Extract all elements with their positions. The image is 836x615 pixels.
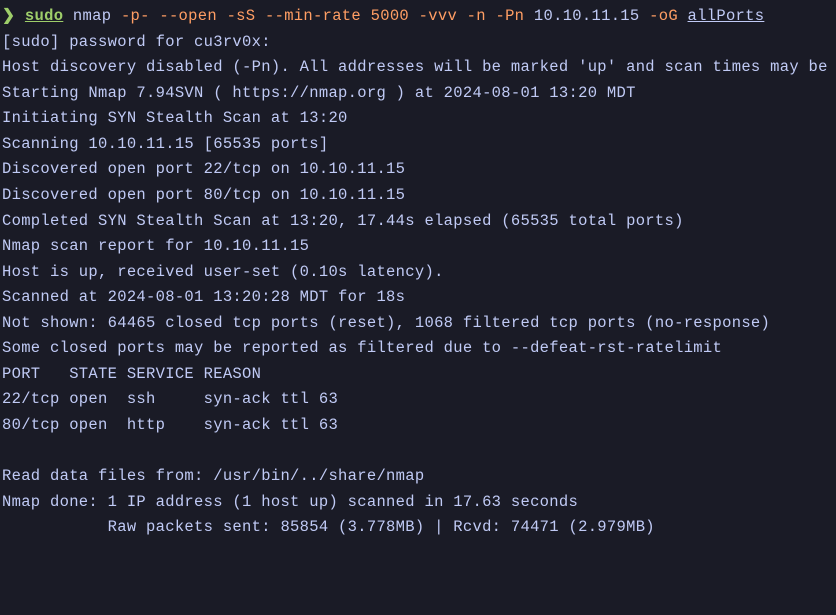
output-port-header: PORT STATE SERVICE REASON [2, 362, 834, 388]
nmap-command: nmap [73, 7, 111, 25]
output-not-shown: Not shown: 64465 closed tcp ports (reset… [2, 311, 834, 337]
output-raw-packets: Raw packets sent: 85854 (3.778MB) | Rcvd… [2, 515, 834, 541]
output-discovered-80: Discovered open port 80/tcp on 10.10.11.… [2, 183, 834, 209]
flag-minrate: --min-rate [265, 7, 361, 25]
flag-open: --open [159, 7, 217, 25]
output-discovered-22: Discovered open port 22/tcp on 10.10.11.… [2, 157, 834, 183]
output-closed-ports: Some closed ports may be reported as fil… [2, 336, 834, 362]
output-scan-report: Nmap scan report for 10.10.11.15 [2, 234, 834, 260]
prompt-line[interactable]: ❯ sudo nmap -p- --open -sS --min-rate 50… [2, 4, 834, 30]
blank-line [2, 439, 834, 465]
flag-ss: -sS [227, 7, 256, 25]
sudo-command: sudo [25, 7, 63, 25]
flag-n: -n [467, 7, 486, 25]
output-nmap-done: Nmap done: 1 IP address (1 host up) scan… [2, 490, 834, 516]
output-host-discovery: Host discovery disabled (-Pn). All addre… [2, 55, 834, 81]
output-completed-scan: Completed SYN Stealth Scan at 13:20, 17.… [2, 209, 834, 235]
output-file: allPorts [688, 7, 765, 25]
flag-vvv: -vvv [419, 7, 457, 25]
flag-p: -p- [121, 7, 150, 25]
output-scanned-at: Scanned at 2024-08-01 13:20:28 MDT for 1… [2, 285, 834, 311]
output-initiating-scan: Initiating SYN Stealth Scan at 13:20 [2, 106, 834, 132]
output-scanning: Scanning 10.10.11.15 [65535 ports] [2, 132, 834, 158]
output-host-up: Host is up, received user-set (0.10s lat… [2, 260, 834, 286]
minrate-value: 5000 [371, 7, 409, 25]
prompt-arrow-icon: ❯ [2, 7, 15, 25]
output-data-files: Read data files from: /usr/bin/../share/… [2, 464, 834, 490]
output-port-22: 22/tcp open ssh syn-ack ttl 63 [2, 387, 834, 413]
flag-pn: -Pn [495, 7, 524, 25]
output-port-80: 80/tcp open http syn-ack ttl 63 [2, 413, 834, 439]
flag-og: -oG [649, 7, 678, 25]
output-starting-nmap: Starting Nmap 7.94SVN ( https://nmap.org… [2, 81, 834, 107]
output-sudo-password: [sudo] password for cu3rv0x: [2, 30, 834, 56]
target-ip: 10.10.11.15 [534, 7, 640, 25]
